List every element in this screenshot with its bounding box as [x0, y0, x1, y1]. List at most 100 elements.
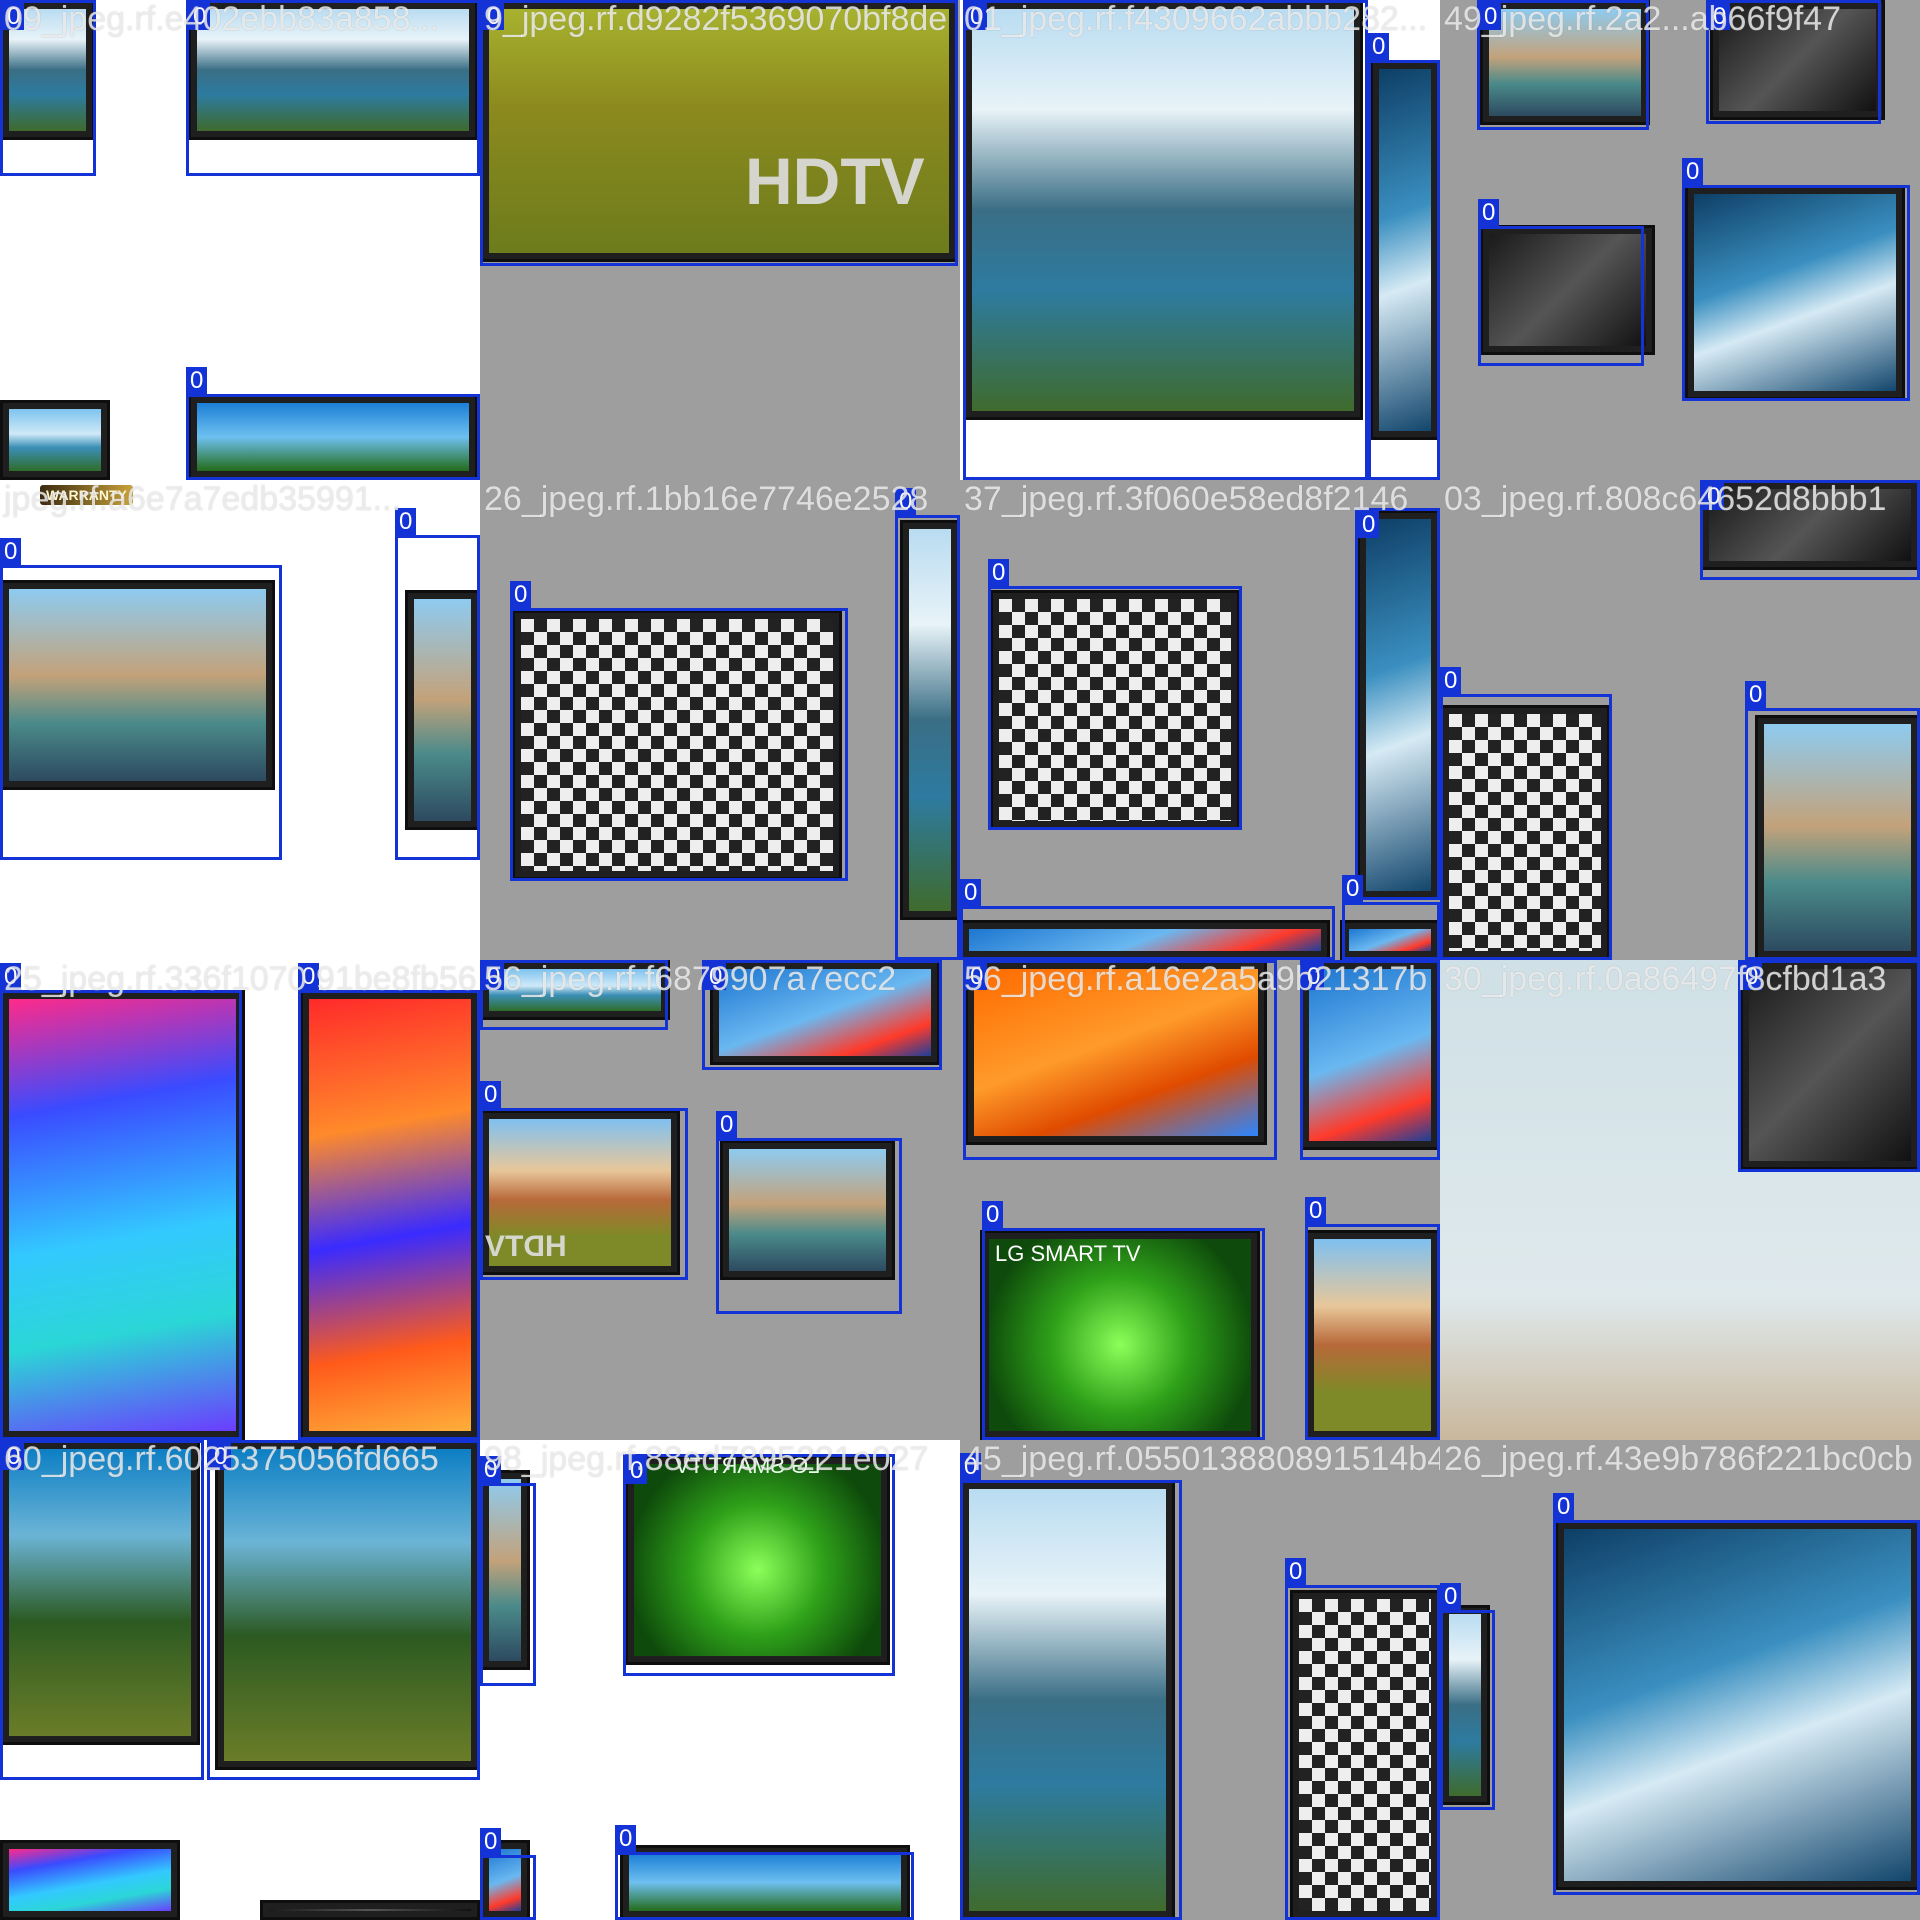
- bounding-box: 0: [1745, 681, 1920, 960]
- bounding-box: 0: [963, 0, 1368, 480]
- bounding-box: 0: [480, 1828, 536, 1920]
- bounding-box: 0: [1440, 667, 1612, 960]
- bounding-box: 0: [1368, 33, 1440, 480]
- class-label: 0: [3, 3, 25, 30]
- tile-3-4: 0 30_jpeg.rf.0a86497f8cfbd1a3: [1440, 960, 1920, 1440]
- class-label: 0: [966, 3, 988, 30]
- class-label: 0: [1285, 1558, 1307, 1585]
- class-label: 0: [705, 963, 727, 990]
- class-label: 0: [510, 581, 532, 608]
- bounding-box: 0: [510, 581, 848, 881]
- bounding-box: 0: [207, 1440, 480, 1780]
- bounding-box: 0: [1305, 1197, 1440, 1440]
- class-label: 0: [966, 963, 988, 990]
- class-label: 0: [1553, 1493, 1575, 1520]
- class-label: 0: [1342, 875, 1364, 902]
- bounding-box: 0: [1706, 0, 1881, 124]
- class-label: 0: [186, 367, 208, 394]
- class-label: 0: [1682, 158, 1704, 185]
- bounding-box: 0: [960, 1453, 1182, 1920]
- class-label: 0: [1368, 33, 1390, 60]
- class-label: 0: [1305, 1197, 1327, 1224]
- class-label: 0: [626, 1457, 648, 1484]
- tile-1-3: 0 0 01_jpeg.rf.f4309662abbb282...: [960, 0, 1440, 480]
- class-label: 0: [0, 963, 22, 990]
- tile-4-1: 0 0 60_jpeg.rf.6025375056fd665: [0, 1440, 480, 1920]
- tile-4-3: 0 0 45_jpeg.rf.055013880891514b4: [960, 1440, 1440, 1920]
- bounding-box: 0: [615, 1825, 914, 1920]
- warranty-badge: WARRANTY: [40, 485, 133, 505]
- tile-3-1: 0 0 25_jpeg.rf.336f1070 91be8fb56: [0, 960, 480, 1440]
- bounding-box: 0: [480, 960, 668, 1030]
- class-label: 0: [988, 559, 1010, 586]
- bounding-box: 0: [982, 1201, 1265, 1440]
- tile-3-3: 0 0 0 0 56_jpeg.rf.a16e2a5a9b21317b: [960, 960, 1440, 1440]
- bounding-box: 0: [1682, 158, 1910, 401]
- tile-4-4: 0 0 26_jpeg.rf.43e9b786f221bc0cb: [1440, 1440, 1920, 1920]
- bounding-box: 0: [480, 1081, 688, 1280]
- class-label: 0: [1478, 199, 1500, 226]
- bounding-box: 0: [395, 508, 480, 860]
- bounding-box: 0: [186, 0, 480, 176]
- class-label: 0: [189, 3, 211, 30]
- bounding-box: 0: [960, 879, 1335, 960]
- bounding-box: 0: [1342, 875, 1440, 960]
- bounding-box: 0: [0, 0, 96, 176]
- class-label: 0: [716, 1111, 738, 1138]
- class-label: 0: [480, 1081, 502, 1108]
- bounding-box: 0: [0, 538, 282, 860]
- class-label: 0: [395, 508, 417, 535]
- class-label: 0: [480, 1828, 502, 1855]
- tile-3-2: 0 0 0 0 56_jpeg.rf.f6879907a7ecc2: [480, 960, 960, 1440]
- bounding-box: 0: [1553, 1493, 1920, 1895]
- class-label: 0: [1745, 681, 1767, 708]
- bounding-box: 0: [0, 963, 242, 1440]
- bounding-box: 0: [1355, 508, 1440, 900]
- class-label: 0: [1358, 511, 1380, 538]
- class-label: 0: [1703, 483, 1725, 510]
- tv-image: [0, 400, 110, 480]
- class-label: 0: [960, 1453, 982, 1480]
- class-label: 0: [960, 879, 982, 906]
- class-label: 0: [1440, 1583, 1462, 1610]
- bounding-box: 0: [0, 1440, 204, 1780]
- tv-image: [260, 1900, 480, 1920]
- tile-2-3: 0 0 0 0 37_jpeg.rf.3f060e58ed8f2146: [960, 480, 1440, 960]
- bounding-box: 0: [298, 963, 480, 1440]
- tile-1-4: 0 0 0 0 49_jpeg.rf.2a2...ab66f9f47: [1440, 0, 1920, 480]
- class-label: 0: [1709, 3, 1731, 30]
- class-label: 0: [1480, 3, 1502, 30]
- class-label: 0: [982, 1201, 1004, 1228]
- class-label: 0: [895, 488, 917, 515]
- tile-2-1: 0 0 jpeg.rf.a6e7a7edb35991...: [0, 480, 480, 960]
- bounding-box: 0: [702, 960, 942, 1070]
- image-filename: 26_jpeg.rf.1bb16e7746e2528: [484, 480, 929, 518]
- bounding-box: 0: [1440, 1583, 1495, 1810]
- bounding-box: 0: [623, 1454, 895, 1676]
- tile-4-2: 0 0 0 0 98_jpeg.rf.88ed7895221e027: [480, 1440, 960, 1920]
- class-label: 0: [483, 963, 505, 990]
- mosaic-grid: 0 0 0 09_jpeg.rf.e402ebb83a858... 0 9_jpeg.rf…: [0, 0, 1920, 1920]
- class-label: 0: [0, 538, 22, 565]
- image-filename: 37_jpeg.rf.3f060e58ed8f2146: [964, 480, 1409, 518]
- bounding-box: 0: [480, 0, 958, 266]
- tv-screen: [269, 1909, 471, 1911]
- image-filename: 26_jpeg.rf.43e9b786f221bc0cb: [1444, 1440, 1913, 1478]
- tile-2-2: 0 0 26_jpeg.rf.1bb16e7746e2528: [480, 480, 960, 960]
- tile-2-4: 0 0 0 03_jpeg.rf.808c64652d8bbb1: [1440, 480, 1920, 960]
- bounding-box: 0: [480, 1456, 536, 1686]
- tile-1-1: 0 0 0 09_jpeg.rf.e402ebb83a858...: [0, 0, 480, 480]
- bounding-box: 0: [988, 559, 1242, 830]
- class-label: 0: [1303, 963, 1325, 990]
- bounding-box: 0: [1285, 1558, 1440, 1920]
- class-label: 0: [483, 3, 505, 30]
- bounding-box: 0: [1477, 0, 1649, 130]
- bounding-box: 0: [1478, 199, 1644, 366]
- bounding-box: 0: [1300, 960, 1440, 1160]
- image-filename: 45_jpeg.rf.055013880891514b4: [964, 1440, 1440, 1478]
- class-label: 0: [298, 963, 320, 990]
- bounding-box: 0: [186, 367, 480, 480]
- bounding-box: 0: [963, 960, 1277, 1160]
- class-label: 0: [480, 1456, 502, 1483]
- bounding-box: 0: [1700, 480, 1920, 580]
